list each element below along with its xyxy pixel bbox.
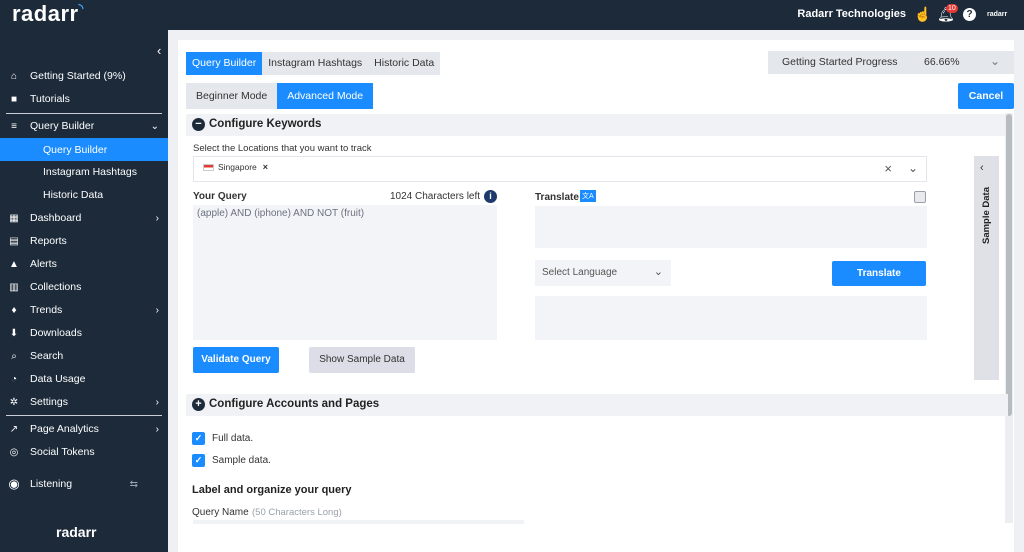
- home-icon: ⌂: [10, 70, 18, 82]
- beginner-mode-button[interactable]: Beginner Mode: [186, 83, 277, 109]
- chevron-down-icon: ⌄: [150, 120, 159, 132]
- switch-arrows-icon[interactable]: ⇆: [130, 479, 138, 490]
- location-chip: Singapore ×: [203, 162, 268, 172]
- translate-input[interactable]: [535, 206, 927, 248]
- singapore-flag-icon: [203, 163, 214, 171]
- video-icon: ■: [10, 93, 18, 105]
- sample-data-side-panel[interactable]: ‹ Sample Data: [974, 156, 999, 380]
- sidebar-item-settings[interactable]: ✲ Settings ›: [0, 391, 168, 413]
- collapse-minus-icon[interactable]: −: [192, 118, 205, 131]
- sidebar-divider: [6, 113, 162, 114]
- translate-option-toggle[interactable]: [914, 191, 926, 203]
- scrollbar-thumb[interactable]: [1006, 114, 1012, 416]
- translate-button[interactable]: Translate: [832, 261, 926, 286]
- sidebar-item-query-builder[interactable]: ≡ Query Builder ⌄: [0, 115, 168, 137]
- user-avatar-logo[interactable]: radarr: [987, 11, 1007, 18]
- listening-icon: ◉: [8, 476, 20, 491]
- query-label: Your Query: [193, 191, 247, 202]
- info-icon[interactable]: i: [484, 190, 497, 203]
- translate-output: [535, 296, 927, 340]
- token-icon: ◎: [9, 446, 19, 458]
- sidebar-item-listening[interactable]: ◉ Listening ⇆: [0, 473, 168, 495]
- chevron-down-icon[interactable]: ⌄: [908, 161, 918, 175]
- top-bar: radarr◝ Radarr Technologies ☝ 🔔︎ 10 ? ra…: [0, 0, 1024, 30]
- remove-chip-icon[interactable]: ×: [263, 162, 268, 172]
- sidebar: ‹ ⌂ Getting Started (9%) ■ Tutorials ≡ Q…: [0, 30, 168, 552]
- help-icon[interactable]: ?: [963, 8, 976, 21]
- expand-plus-icon[interactable]: +: [192, 398, 205, 411]
- query-name-input[interactable]: (50 Characters Long): [252, 507, 342, 518]
- query-name-field-underline: [193, 520, 524, 524]
- show-sample-data-button[interactable]: Show Sample Data: [309, 347, 415, 373]
- sidebar-subitem-instagram-hashtags[interactable]: Instagram Hashtags: [0, 161, 168, 183]
- chevron-down-icon: ⌄: [653, 266, 663, 278]
- full-data-checkbox-row[interactable]: ✓ Full data.: [192, 432, 253, 445]
- characters-left: 1024 Characters left: [390, 191, 481, 202]
- sidebar-item-search[interactable]: ⌕ Search: [0, 345, 168, 367]
- collapse-sidebar-icon[interactable]: ‹: [157, 43, 161, 58]
- sidebar-subitem-query-builder[interactable]: Query Builder: [0, 138, 168, 161]
- chevron-right-icon: ›: [155, 212, 159, 224]
- gear-icon: ✲: [9, 396, 19, 408]
- sidebar-item-reports[interactable]: ▤ Reports: [0, 230, 168, 252]
- download-icon: ⬇: [9, 327, 19, 339]
- select-language-dropdown[interactable]: Select Language ⌄: [535, 260, 671, 286]
- sidebar-item-social-tokens[interactable]: ◎ Social Tokens: [0, 441, 168, 463]
- chevron-down-icon[interactable]: ⌄: [990, 54, 1000, 68]
- sidebar-item-dashboard[interactable]: ▦ Dashboard ›: [0, 207, 168, 229]
- layers-icon: ≡: [11, 120, 17, 132]
- organize-query-title: Label and organize your query: [192, 484, 352, 496]
- sidebar-divider: [6, 415, 162, 416]
- sidebar-item-trends[interactable]: ♦ Trends ›: [0, 299, 168, 321]
- sidebar-item-tutorials[interactable]: ■ Tutorials: [0, 88, 168, 110]
- chevron-right-icon: ›: [155, 304, 159, 316]
- translate-language-icon: 文A: [580, 190, 596, 202]
- cancel-button[interactable]: Cancel: [958, 83, 1014, 109]
- chevron-left-icon[interactable]: ‹: [980, 162, 984, 174]
- pointer-hand-icon[interactable]: ☝: [914, 6, 931, 23]
- progress-label: Getting Started Progress: [782, 56, 898, 68]
- query-textarea[interactable]: (apple) AND (iphone) AND NOT (fruit): [193, 205, 497, 340]
- app-logo[interactable]: radarr◝: [12, 1, 84, 27]
- sidebar-item-alerts[interactable]: ▲ Alerts: [0, 253, 168, 275]
- clear-icon[interactable]: ×: [884, 161, 892, 176]
- analytics-icon: ↗: [9, 423, 19, 435]
- tab-historic-data[interactable]: Historic Data: [368, 52, 440, 75]
- chevron-right-icon: ›: [155, 396, 159, 408]
- configure-keywords-header[interactable]: − Configure Keywords: [186, 114, 1008, 136]
- query-name-label: Query Name: [192, 507, 249, 518]
- sidebar-item-getting-started[interactable]: ⌂ Getting Started (9%): [0, 65, 168, 87]
- advanced-mode-button[interactable]: Advanced Mode: [277, 83, 374, 109]
- translate-label: Translate: [535, 192, 579, 203]
- sidebar-item-downloads[interactable]: ⬇ Downloads: [0, 322, 168, 344]
- collections-icon: ▥: [9, 281, 19, 293]
- sidebar-item-page-analytics[interactable]: ↗ Page Analytics ›: [0, 418, 168, 440]
- tab-query-builder[interactable]: Query Builder: [186, 52, 263, 75]
- configure-accounts-header[interactable]: + Configure Accounts and Pages: [186, 394, 1008, 416]
- locations-select[interactable]: Singapore × × ⌄: [193, 156, 927, 182]
- chevron-right-icon: ›: [155, 423, 159, 435]
- validate-query-button[interactable]: Validate Query: [193, 347, 279, 373]
- locations-label: Select the Locations that you want to tr…: [193, 143, 372, 154]
- mode-toggle: Beginner Mode Advanced Mode: [186, 83, 374, 109]
- gauge-icon: ◔: [10, 373, 18, 385]
- top-tabs: Query Builder Instagram Hashtags Histori…: [186, 52, 441, 75]
- sidebar-item-data-usage[interactable]: ◔ Data Usage: [0, 368, 168, 390]
- notification-badge: 10: [946, 4, 958, 13]
- tab-instagram-hashtags[interactable]: Instagram Hashtags: [262, 52, 368, 75]
- warning-icon: ▲: [9, 258, 19, 270]
- sidebar-bottom-logo: radarr: [56, 524, 97, 540]
- getting-started-progress[interactable]: Getting Started Progress 66.66% ⌄: [768, 51, 1014, 74]
- company-name[interactable]: Radarr Technologies: [797, 8, 906, 20]
- sample-data-checkbox-row[interactable]: ✓ Sample data.: [192, 454, 271, 467]
- full-data-checkbox[interactable]: ✓: [192, 432, 205, 445]
- flame-icon: ♦: [11, 304, 17, 316]
- sidebar-subitem-historic-data[interactable]: Historic Data: [0, 184, 168, 206]
- document-icon: ▤: [9, 235, 19, 247]
- progress-value: 66.66%: [924, 56, 960, 68]
- sample-data-checkbox[interactable]: ✓: [192, 454, 205, 467]
- search-icon: ⌕: [11, 350, 17, 362]
- grid-icon: ▦: [9, 212, 19, 224]
- sidebar-item-collections[interactable]: ▥ Collections: [0, 276, 168, 298]
